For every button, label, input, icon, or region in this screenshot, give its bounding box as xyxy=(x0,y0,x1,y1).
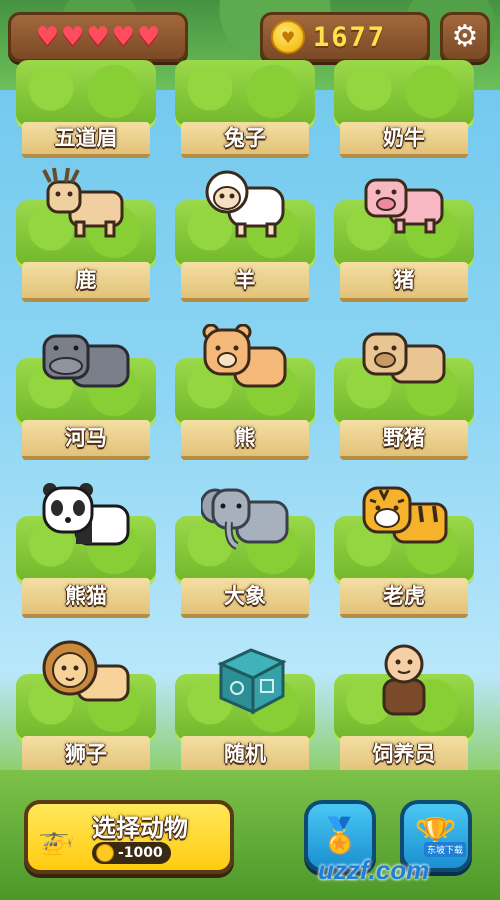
animal-label: 五道眉 xyxy=(54,126,118,150)
panda-icon xyxy=(42,483,130,546)
animal-label: 兔子 xyxy=(224,126,266,150)
animal-card-random[interactable]: 随机 xyxy=(171,632,319,780)
animal-card-sheep[interactable]: 羊 xyxy=(171,158,319,306)
animal-card-deer[interactable]: 鹿 xyxy=(12,158,160,306)
animal-label: 随机 xyxy=(224,742,266,766)
heart-icon: ♥ xyxy=(136,22,161,52)
select-cost: -1000 xyxy=(92,842,171,864)
animal-label: 河马 xyxy=(65,426,107,450)
animal-card-keeper[interactable]: 饲养员 xyxy=(330,632,478,780)
animal-label: 鹿 xyxy=(75,268,97,292)
animal-card-pig[interactable]: 猪 xyxy=(330,158,478,306)
grass-platform xyxy=(175,60,315,130)
site-watermark: uzzf.com 东坡下载 xyxy=(318,842,493,888)
animal-label: 大象 xyxy=(224,584,266,608)
animal-card-tiger[interactable]: 老虎 xyxy=(330,474,478,622)
animal-card-hippo[interactable]: 河马 xyxy=(12,316,160,464)
gear-icon: ⚙ xyxy=(451,19,479,54)
helicopter-icon: 🚁 xyxy=(38,822,76,857)
pig-icon xyxy=(364,178,444,234)
coin-icon: ♥ xyxy=(271,20,305,54)
settings-button[interactable]: ⚙ xyxy=(440,12,490,62)
deer-icon xyxy=(42,167,124,238)
sheep-icon xyxy=(205,170,285,238)
animal-card-bear[interactable]: 熊 xyxy=(171,316,319,464)
grass-platform xyxy=(16,60,156,130)
animal-card-boar[interactable]: 野猪 xyxy=(330,316,478,464)
coin-count: 1677 xyxy=(313,21,387,53)
lives-panel: ♥ ♥ ♥ ♥ ♥ xyxy=(8,12,188,62)
animal-label: 羊 xyxy=(234,268,256,292)
coin-icon xyxy=(96,844,114,862)
animal-card-lion[interactable]: 狮子 xyxy=(12,632,160,780)
animal-label: 野猪 xyxy=(383,426,425,450)
animal-label: 熊猫 xyxy=(65,584,107,608)
watermark-text: uzzf.com xyxy=(318,854,430,885)
dice-icon xyxy=(217,648,287,715)
select-animal-label: 选择动物 xyxy=(92,814,188,842)
coin-panel: ♥ 1677 xyxy=(260,12,430,62)
tiger-icon xyxy=(362,486,448,544)
heart-icon: ♥ xyxy=(111,22,135,52)
heart-icon: ♥ xyxy=(61,22,85,52)
boar-icon xyxy=(362,332,446,384)
animal-label: 奶牛 xyxy=(383,126,425,150)
heart-icon: ♥ xyxy=(35,22,60,52)
heart-icon: ♥ xyxy=(86,22,110,52)
animal-label: 熊 xyxy=(234,426,256,450)
lion-icon xyxy=(42,640,130,702)
medal-icon: 🏅 xyxy=(318,816,362,856)
elephant-icon xyxy=(201,488,289,550)
cost-amount: -1000 xyxy=(118,845,163,861)
animal-label: 饲养员 xyxy=(372,742,436,766)
select-animal-button[interactable]: 🚁 选择动物 -1000 xyxy=(24,800,234,874)
animal-label: 猪 xyxy=(393,268,415,292)
watermark-subtext: 东坡下载 xyxy=(424,842,467,857)
animal-card-panda[interactable]: 熊猫 xyxy=(12,474,160,622)
animal-label: 老虎 xyxy=(383,584,425,608)
animal-card-elephant[interactable]: 大象 xyxy=(171,474,319,622)
animal-label: 狮子 xyxy=(65,742,107,766)
grass-platform xyxy=(334,60,474,130)
bear-icon xyxy=(202,324,287,388)
hippo-icon xyxy=(42,334,130,388)
zookeeper-icon xyxy=(382,644,426,716)
